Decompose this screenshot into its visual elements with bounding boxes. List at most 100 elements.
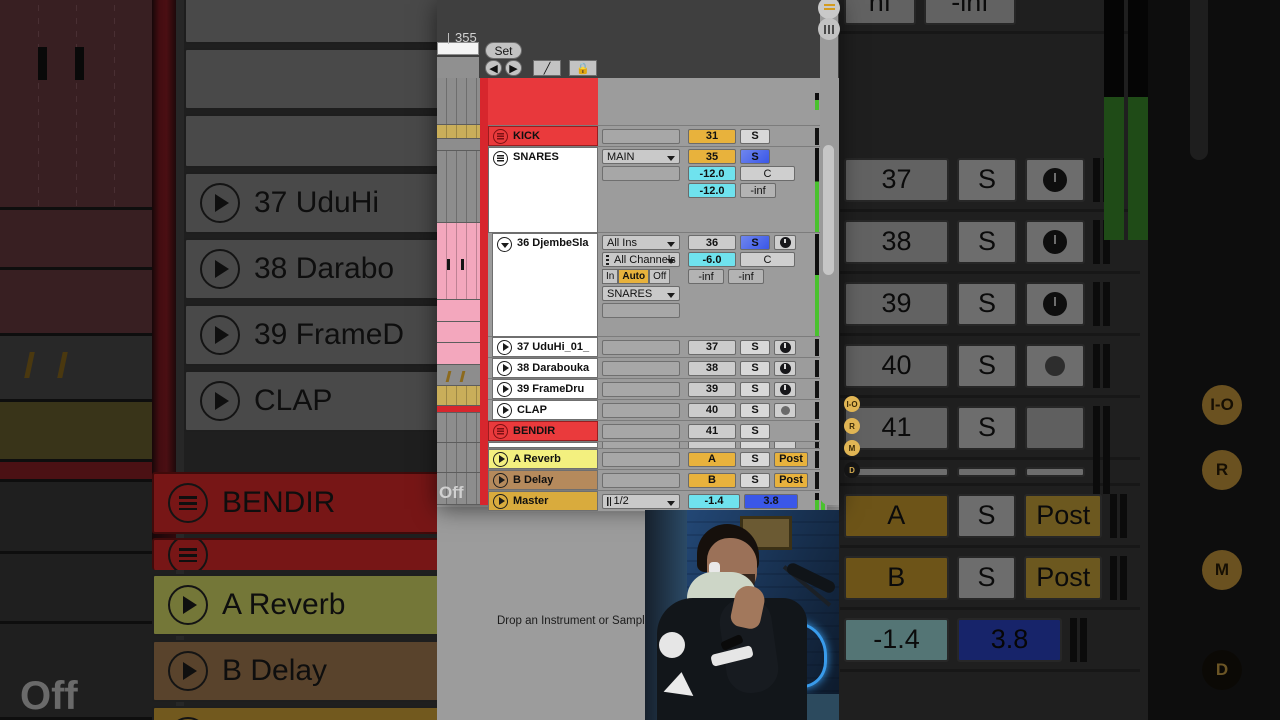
midi-channel-value[interactable]: 40	[688, 402, 736, 418]
solo-button[interactable]: S	[740, 235, 770, 250]
solo-button[interactable]: S	[740, 402, 770, 418]
master-pan-value[interactable]: 3.8	[744, 493, 798, 509]
returns-toggle-button[interactable]: R	[1202, 450, 1242, 490]
io-field[interactable]	[601, 442, 680, 448]
mixer-toggle-button[interactable]: M	[844, 440, 860, 456]
solo-button[interactable]: S	[956, 555, 1017, 600]
monitor-in[interactable]: In	[602, 269, 619, 284]
track-name-darabouka[interactable]: 38 Darabouka	[492, 358, 598, 378]
clip-slot[interactable]	[437, 443, 480, 473]
bg-clip-lane[interactable]	[0, 462, 152, 482]
bg-clip-lane[interactable]	[0, 270, 152, 336]
clip-slot[interactable]	[437, 151, 480, 223]
play-icon[interactable]	[200, 183, 240, 223]
play-icon[interactable]	[200, 381, 240, 421]
send-value[interactable]: -inf	[740, 183, 776, 198]
solo-button[interactable]	[957, 466, 1017, 477]
io-field[interactable]	[601, 402, 680, 418]
arrow-right-icon[interactable]: ▶	[505, 60, 522, 76]
bg-inf-value[interactable]: -inf	[924, 0, 1016, 25]
bg-clip-lane[interactable]	[0, 336, 152, 402]
play-icon[interactable]	[493, 451, 508, 467]
volume-value[interactable]: -6.0	[688, 252, 736, 267]
bg-master-row[interactable]: Master	[152, 706, 440, 720]
delay-toggle-button[interactable]: D	[844, 462, 860, 478]
bg-master-pan[interactable]: 3.8	[957, 617, 1062, 662]
clip-slot[interactable]	[437, 78, 480, 125]
track-name-send-b[interactable]: B Delay	[488, 470, 598, 490]
track-name-master[interactable]: Master	[488, 491, 598, 511]
clip-slot[interactable]	[437, 386, 480, 406]
send-a-value[interactable]: -inf	[688, 269, 724, 284]
record-arm-button[interactable]	[774, 339, 796, 355]
play-icon[interactable]	[493, 472, 508, 488]
record-arm-button[interactable]	[774, 442, 796, 448]
solo-button[interactable]: S	[957, 343, 1017, 388]
clip-slot[interactable]	[437, 365, 480, 386]
play-icon[interactable]	[497, 381, 512, 397]
post-button[interactable]: Post	[774, 472, 808, 488]
bg-track-row[interactable]: 39 FrameD	[184, 304, 440, 366]
pan-value[interactable]: C	[740, 252, 795, 267]
track-row-bendir[interactable]: BENDIR 41 S	[488, 421, 827, 442]
solo-button[interactable]: S	[957, 405, 1017, 450]
solo-button[interactable]: S	[957, 219, 1017, 264]
record-arm-button[interactable]	[1025, 281, 1085, 326]
solo-button[interactable]: S	[957, 157, 1017, 202]
track-name-udu[interactable]: 37 UduHi_01_	[492, 337, 598, 357]
monitor-auto[interactable]: Auto	[618, 269, 650, 284]
play-icon[interactable]	[497, 360, 512, 376]
clip-slot[interactable]	[437, 300, 480, 322]
solo-button[interactable]	[740, 442, 770, 448]
record-arm-button[interactable]	[1025, 466, 1085, 477]
send-letter[interactable]: A	[688, 451, 736, 467]
play-icon[interactable]	[497, 339, 512, 355]
record-arm-button[interactable]	[1025, 219, 1085, 264]
record-arm-button[interactable]	[774, 381, 796, 397]
volume-value[interactable]: -12.0	[688, 166, 736, 181]
io-field[interactable]	[601, 472, 680, 488]
io-toggle-button[interactable]: I-O	[1202, 385, 1242, 425]
bg-track-row[interactable]: 37 UduHi	[184, 172, 440, 234]
midi-channel-value[interactable]: 41	[688, 423, 736, 439]
midi-from-select[interactable]: All Ins	[602, 235, 680, 250]
send-letter[interactable]: B	[688, 472, 736, 488]
monitor-off[interactable]: Off	[649, 269, 671, 284]
mixer-toggle-button[interactable]: M	[1202, 550, 1242, 590]
group-header[interactable]	[488, 78, 598, 125]
track-row-darabouka[interactable]: 38 Darabouka 38 S	[488, 358, 827, 379]
record-arm-button[interactable]	[774, 360, 796, 376]
returns-toggle-button[interactable]: R	[844, 418, 860, 434]
clip-slot-selected[interactable]	[437, 223, 480, 300]
record-arm-button[interactable]	[774, 402, 796, 418]
io-field[interactable]	[602, 166, 680, 181]
bg-master-volume[interactable]: -1.4	[844, 617, 949, 662]
io-field[interactable]	[601, 339, 680, 355]
solo-button[interactable]: S	[956, 493, 1017, 538]
clip-slot[interactable]	[437, 322, 480, 343]
bg-clip-lane[interactable]	[0, 210, 152, 270]
io-field[interactable]	[601, 451, 680, 467]
track-row-clap[interactable]: CLAP 40 S	[488, 400, 827, 421]
audio-to-select[interactable]: SNARES	[602, 286, 680, 301]
group-folder-icon[interactable]	[168, 540, 208, 570]
midi-channel-value[interactable]: 39	[688, 381, 736, 397]
midi-channel-value[interactable]: 35	[688, 149, 736, 164]
track-name-clap[interactable]: CLAP	[492, 400, 598, 420]
clip-slot[interactable]	[437, 125, 480, 139]
solo-button[interactable]: S	[740, 381, 770, 397]
overlay-scroll-thumb[interactable]	[823, 145, 834, 275]
track-row-partial[interactable]	[488, 442, 827, 449]
bg-clip-lane[interactable]	[0, 0, 152, 210]
monitor-segment[interactable]: In Auto Off	[602, 269, 683, 284]
send-b-value[interactable]: -inf	[728, 269, 764, 284]
bg-track-row[interactable]: CLAP	[184, 370, 440, 432]
solo-button[interactable]: S	[740, 423, 770, 439]
play-icon[interactable]	[497, 402, 512, 418]
solo-button[interactable]: S	[740, 360, 770, 376]
stop-all-clips-button[interactable]: Off	[439, 483, 464, 503]
track-name-kick[interactable]: KICK	[488, 126, 598, 146]
pan-value[interactable]: C	[740, 166, 795, 181]
midi-channel-value[interactable]	[688, 442, 736, 448]
bg-clip-lane[interactable]: Off	[0, 624, 152, 720]
